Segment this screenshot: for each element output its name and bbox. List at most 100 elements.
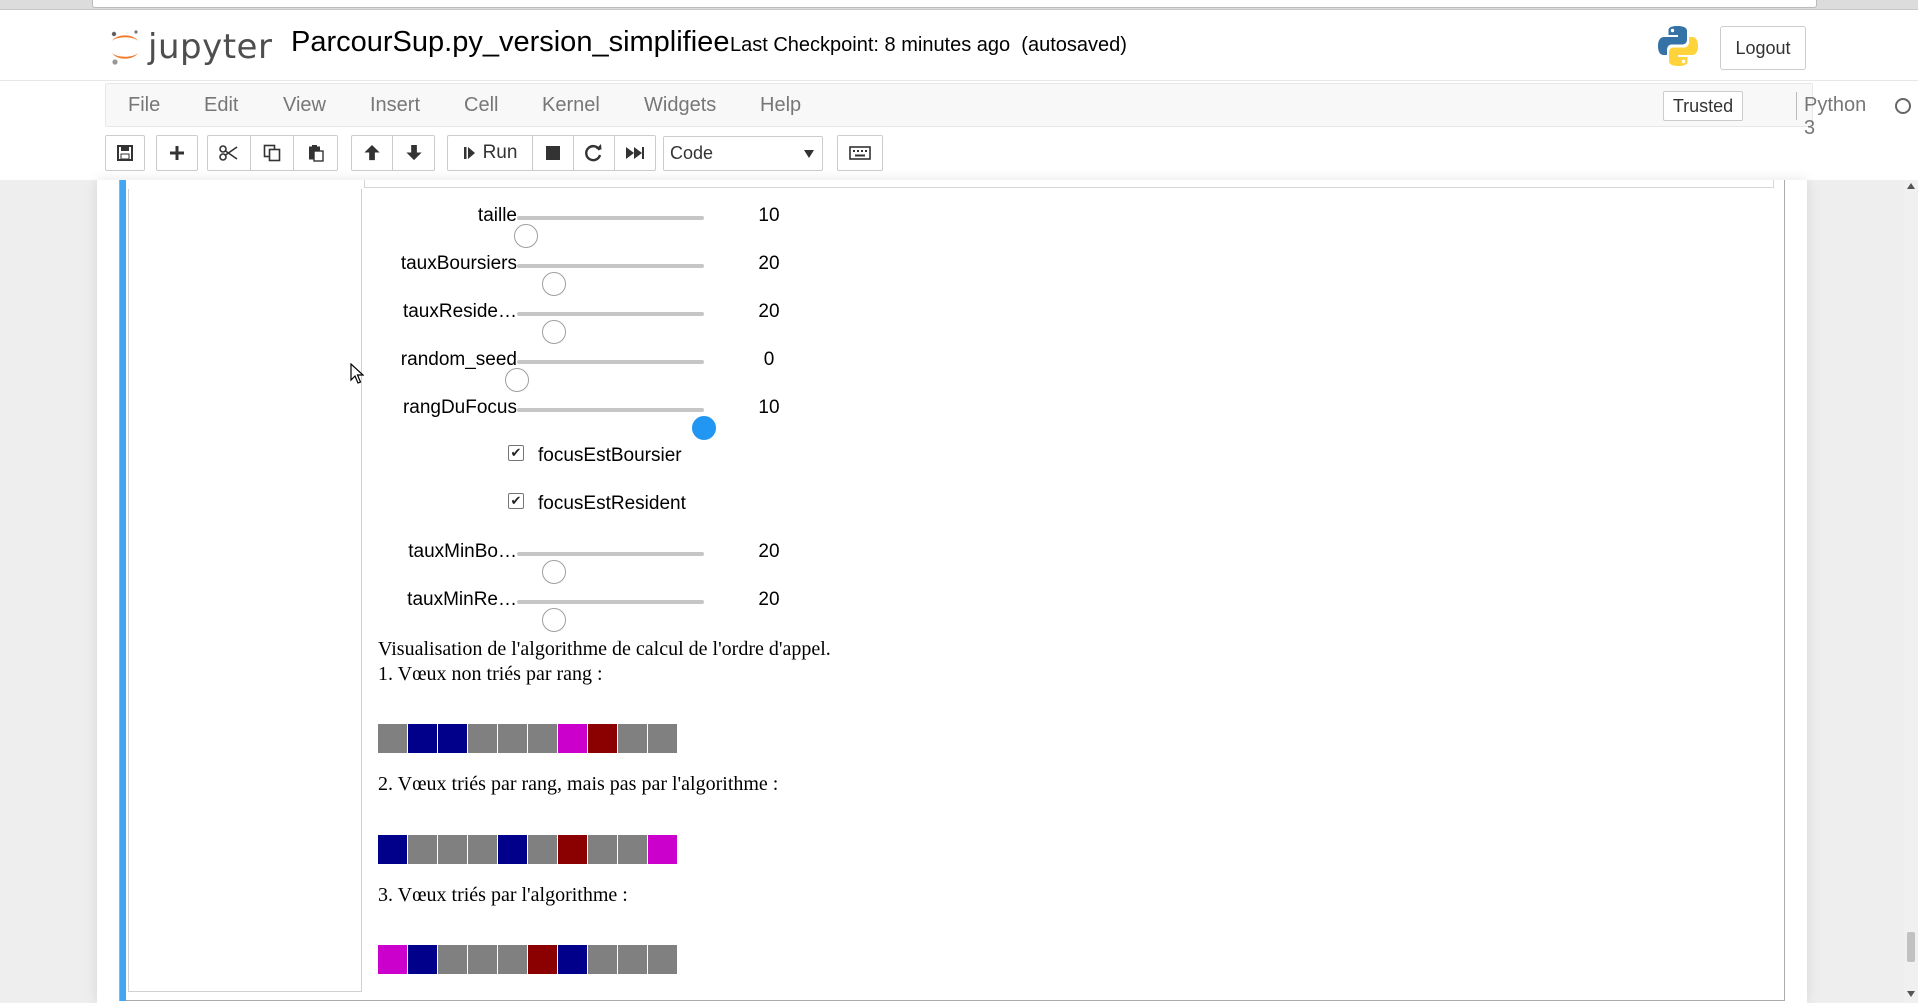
slider-value[interactable]: 0 (749, 349, 789, 371)
python-logo-icon (1658, 26, 1698, 66)
candidate-square (618, 835, 647, 864)
keyboard-icon (849, 146, 871, 160)
kernel-name[interactable]: Python 3 (1804, 94, 1866, 140)
slider-value[interactable]: 10 (749, 205, 789, 227)
slider-handle[interactable] (514, 224, 538, 248)
save-button[interactable] (105, 135, 145, 171)
candidate-square (408, 945, 437, 974)
candidate-square (438, 945, 467, 974)
cell-type-select[interactable]: Code (663, 136, 823, 171)
slider-track[interactable] (517, 264, 704, 296)
checkbox[interactable]: ✔ (508, 493, 524, 509)
slider-label: rangDuFocus (402, 397, 517, 418)
kernel-idle-icon (1895, 98, 1911, 114)
menubar-container: File Edit View Insert Cell Kernel Widget… (0, 80, 1918, 180)
slider-value[interactable]: 20 (749, 301, 789, 323)
slider-random-seed: random_seed 0 (364, 343, 1164, 392)
slider-handle[interactable] (542, 560, 566, 584)
slider-track[interactable] (517, 552, 704, 584)
run-button[interactable]: Run (447, 135, 533, 171)
fast-forward-icon (626, 147, 644, 159)
menu-view[interactable]: View (283, 94, 326, 117)
jupyter-logo-icon (111, 30, 138, 65)
candidate-square (408, 835, 437, 864)
notebook-container: taille 10 tauxBoursiers 20 tauxReside… 2… (0, 180, 1918, 1003)
trusted-indicator[interactable]: Trusted (1663, 91, 1743, 121)
candidate-square (468, 724, 497, 753)
insert-cell-button[interactable] (156, 135, 198, 171)
candidate-square (588, 724, 617, 753)
cut-button[interactable] (207, 135, 251, 171)
slider-track[interactable] (517, 312, 704, 344)
move-down-button[interactable] (392, 135, 435, 171)
slider-track[interactable] (505, 360, 704, 392)
candidate-square (408, 724, 437, 753)
step2-label: 2. Vœux triés par rang, mais pas par l'a… (378, 773, 779, 795)
slider-track[interactable] (517, 408, 716, 440)
slider-value[interactable]: 20 (749, 253, 789, 275)
output-prompt-area[interactable] (128, 189, 362, 992)
copy-button[interactable] (250, 135, 294, 171)
checkpoint-status: Last Checkpoint: 8 minutes ago (autosave… (730, 34, 1127, 57)
checkbox-label[interactable]: focusEstBoursier (538, 445, 682, 467)
slider-handle[interactable] (692, 416, 716, 440)
menu-widgets[interactable]: Widgets (644, 94, 716, 117)
restart-kernel-button[interactable] (573, 135, 615, 171)
candidate-square (648, 835, 677, 864)
browser-chrome (0, 0, 1918, 10)
slider-track[interactable] (514, 216, 704, 248)
address-bar[interactable] (92, 0, 1817, 8)
slider-handle[interactable] (542, 320, 566, 344)
menu-kernel[interactable]: Kernel (542, 94, 600, 117)
menu-edit[interactable]: Edit (204, 94, 238, 117)
widget-output-area: taille 10 tauxBoursiers 20 tauxReside… 2… (364, 189, 1774, 992)
slider-handle[interactable] (505, 368, 529, 392)
slider-tauxResidents: tauxReside… 20 (364, 295, 1164, 344)
jupyter-logo[interactable]: jupyter (108, 24, 272, 70)
selected-code-cell[interactable]: taille 10 tauxBoursiers 20 tauxReside… 2… (119, 180, 1785, 1001)
cell-type-value: Code (670, 143, 714, 163)
stop-icon (546, 146, 560, 160)
scroll-down-icon[interactable] (1907, 991, 1915, 997)
candidate-square (468, 835, 497, 864)
move-up-button[interactable] (351, 135, 393, 171)
slider-handle[interactable] (542, 608, 566, 632)
slider-value[interactable]: 10 (749, 397, 789, 419)
checkbox[interactable]: ✔ (508, 445, 524, 461)
page-scrollbar[interactable] (1904, 180, 1918, 1003)
candidate-square (558, 945, 587, 974)
menu-cell[interactable]: Cell (464, 94, 498, 117)
restart-run-all-button[interactable] (614, 135, 656, 171)
menu-insert[interactable]: Insert (370, 94, 420, 117)
slider-label: tauxReside… (402, 301, 517, 322)
slider-rangDuFocus: rangDuFocus 10 (364, 391, 1164, 440)
logout-button[interactable]: Logout (1720, 26, 1806, 70)
run-label: Run (482, 142, 518, 163)
slider-handle[interactable] (542, 272, 566, 296)
candidate-square (558, 835, 587, 864)
menubar: File Edit View Insert Cell Kernel Widget… (105, 83, 1911, 139)
candidate-square (438, 835, 467, 864)
command-palette-button[interactable] (837, 135, 883, 171)
step-forward-icon (463, 147, 475, 159)
paste-button[interactable] (293, 135, 338, 171)
checkbox-label[interactable]: focusEstResident (538, 493, 686, 515)
candidate-square (648, 724, 677, 753)
slider-track[interactable] (517, 600, 704, 632)
candidate-square (618, 724, 647, 753)
candidate-square (438, 724, 467, 753)
candidate-square (528, 835, 557, 864)
slider-value[interactable]: 20 (749, 589, 789, 611)
candidate-square (378, 835, 407, 864)
slider-value[interactable]: 20 (749, 541, 789, 563)
menu-file[interactable]: File (128, 94, 160, 117)
scroll-up-icon[interactable] (1907, 183, 1915, 189)
notebook-title[interactable]: ParcourSup.py_version_simplifiee (291, 26, 729, 59)
slider-label: random_seed (400, 349, 517, 370)
scroll-thumb[interactable] (1907, 932, 1915, 962)
notebook-page: taille 10 tauxBoursiers 20 tauxReside… 2… (97, 180, 1807, 1003)
previous-output-edge (364, 180, 1774, 188)
menu-help[interactable]: Help (760, 94, 801, 117)
checkbox-focusEstResident: ✔ focusEstResident (364, 487, 1164, 523)
interrupt-kernel-button[interactable] (532, 135, 574, 171)
